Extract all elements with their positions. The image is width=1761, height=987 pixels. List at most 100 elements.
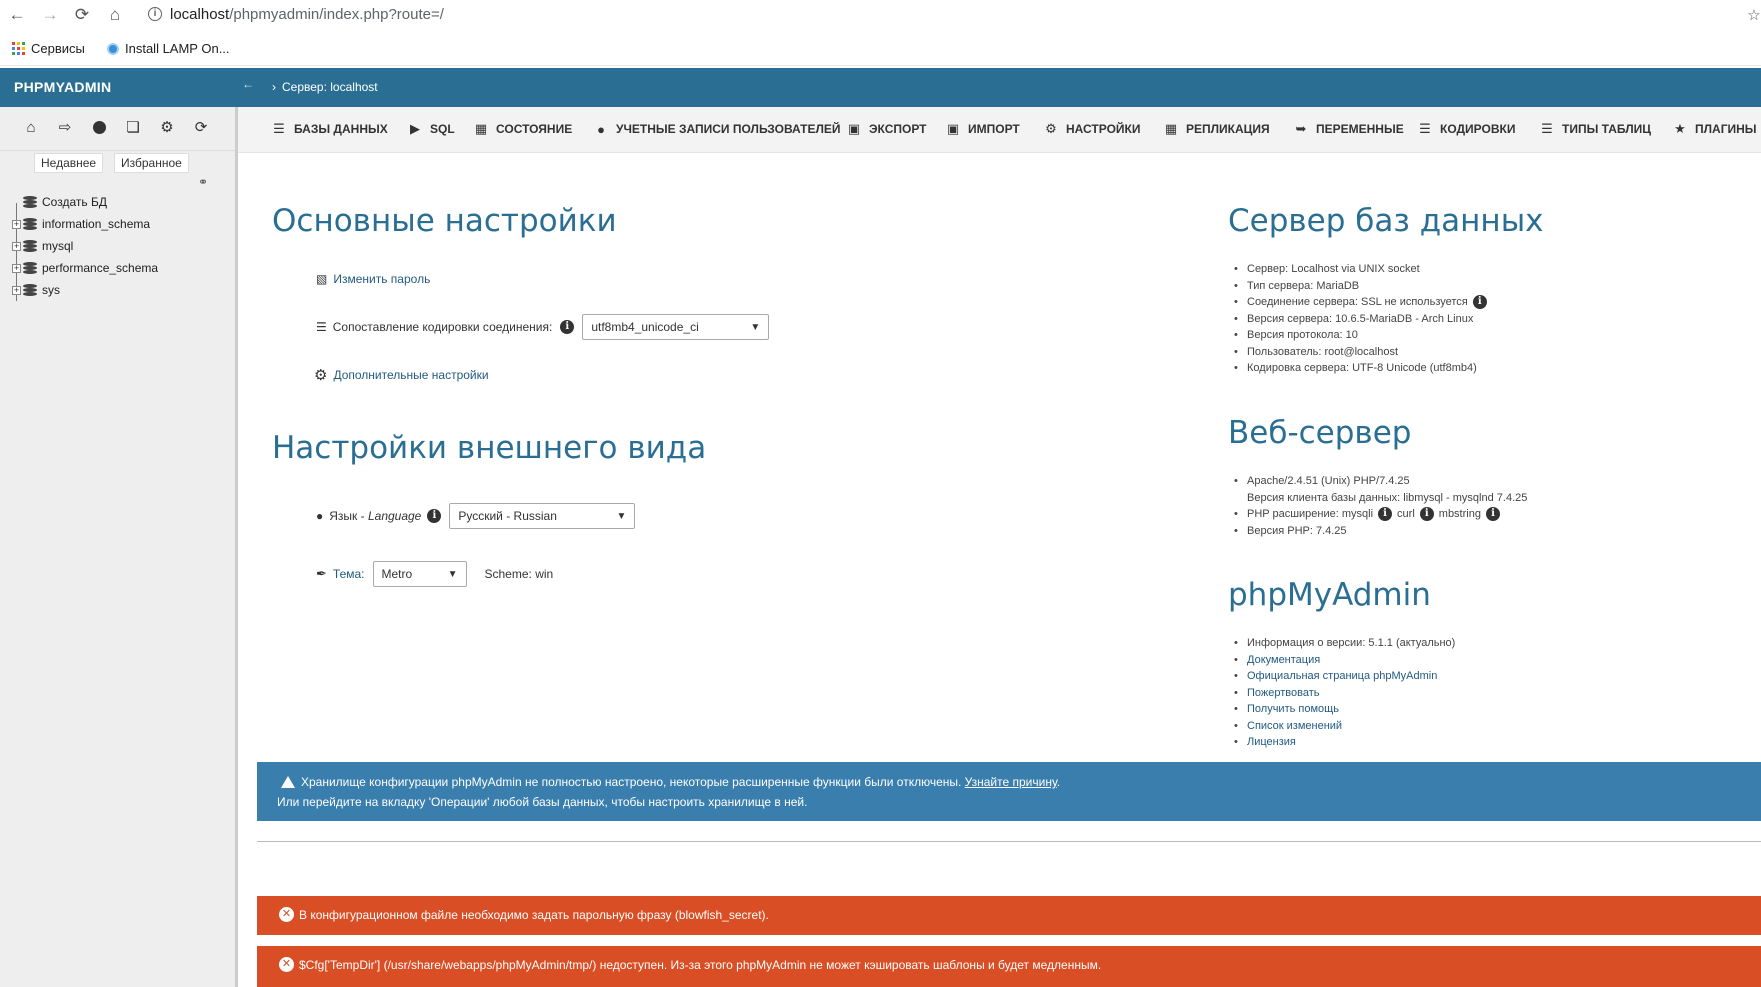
home-icon[interactable]: ⌂ [104, 4, 126, 26]
info-icon[interactable]: i [1378, 507, 1393, 522]
logout-icon[interactable]: ⇨ [56, 118, 74, 136]
tree-item-label: sys [42, 283, 60, 297]
appearance-settings-heading: Настройки внешнего вида [272, 430, 707, 466]
tab-charsets[interactable]: ☰ КОДИРОВКИ [1418, 121, 1515, 136]
copy-docs-icon[interactable]: ❏ [124, 118, 142, 136]
db-server-list: Сервер: Localhost via UNIX socket Тип се… [1228, 261, 1487, 377]
info-icon[interactable]: i [1472, 295, 1487, 310]
recent-tab[interactable]: Недавнее [34, 153, 104, 173]
url-field[interactable]: localhost/phpmyadmin/index.php?route=/ [170, 6, 444, 23]
info-icon[interactable]: i [1419, 507, 1434, 522]
list-item: Кодировка сервера: UTF-8 Unicode (utf8mb… [1228, 360, 1487, 377]
database-icon [23, 261, 37, 275]
gear-icon: ⚙ [314, 367, 328, 384]
list-item: Официальная страница phpMyAdmin [1228, 668, 1455, 685]
tab-replication[interactable]: ▦ РЕПЛИКАЦИЯ [1164, 121, 1270, 136]
list-item: Сервер: Localhost via UNIX socket [1228, 261, 1487, 278]
error-icon: ✕ [279, 907, 294, 922]
list-item: Тип сервера: MariaDB [1228, 278, 1487, 295]
tab-variables[interactable]: ➥ ПЕРЕМЕННЫЕ [1294, 121, 1404, 136]
collapse-sidebar-icon[interactable]: ← [242, 77, 254, 91]
docs-info-icon[interactable]: i [90, 118, 108, 136]
get-help-link[interactable]: Получить помощь [1247, 701, 1339, 718]
donate-link[interactable]: Пожертвовать [1247, 685, 1320, 702]
tab-export[interactable]: ▣ ЭКСПОРТ [847, 121, 927, 136]
changelog-link[interactable]: Список изменений [1247, 718, 1342, 735]
tab-status[interactable]: ▦ СОСТОЯНИЕ [474, 121, 572, 136]
collation-row: ☰ Сопоставление кодировки соединения: i … [316, 314, 770, 340]
browser-address-bar: ← → ⟳ ⌂ i localhost/phpmyadmin/index.php… [0, 0, 1761, 31]
tab-user-accounts[interactable]: ● УЧЕТНЫЕ ЗАПИСИ ПОЛЬЗОВАТЕЛЕЙ [594, 121, 840, 137]
reload-icon[interactable]: ⟳ [71, 4, 93, 26]
collation-label: Сопоставление кодировки соединения: [332, 320, 553, 334]
theme-link[interactable]: Тема: [333, 567, 365, 581]
expand-icon[interactable]: + [12, 263, 21, 273]
users-icon: ● [597, 121, 605, 137]
web-server-list: Apache/2.4.51 (Unix) PHP/7.4.25 Версия к… [1228, 473, 1527, 539]
more-settings-link[interactable]: Дополнительные настройки [333, 368, 488, 382]
config-notice-line2: Или перейдите на вкладку 'Операции' любо… [277, 795, 808, 809]
theme-row: ✒ Тема: Metro ▼ Scheme: win [316, 561, 553, 587]
info-icon[interactable]: i [427, 509, 442, 523]
home-icon[interactable]: ⌂ [22, 118, 40, 136]
tab-engines[interactable]: ☰ ТИПЫ ТАБЛИЦ [1540, 121, 1651, 136]
divider [257, 841, 1761, 842]
chevron-down-icon: ▼ [447, 568, 458, 580]
collation-icon: ☰ [316, 320, 327, 334]
reload-nav-icon[interactable]: ⟳ [192, 118, 210, 136]
homepage-link[interactable]: Официальная страница phpMyAdmin [1247, 668, 1437, 685]
theme-select[interactable]: Metro ▼ [372, 561, 467, 587]
info-icon[interactable]: i [560, 320, 575, 334]
apps-grid-icon [12, 42, 25, 55]
tree-item-label: mysql [42, 239, 74, 253]
site-info-icon[interactable]: i [148, 7, 162, 21]
tempdir-error: ✕ $Cfg['TempDir'] (/usr/share/webapps/ph… [257, 946, 1761, 987]
change-password-row: ▧ Изменить пароль [316, 272, 430, 286]
tree-item-sys[interactable]: + sys [12, 279, 158, 301]
expand-icon[interactable]: + [12, 285, 21, 295]
back-arrow-icon[interactable]: ← [6, 4, 28, 26]
tab-databases[interactable]: ☰ БАЗЫ ДАННЫХ [272, 121, 388, 136]
tree-item-label: performance_schema [42, 261, 159, 275]
list-item: Версия протокола: 10 [1228, 327, 1487, 344]
language-select[interactable]: Русский - Russian ▼ [449, 503, 636, 529]
expand-icon[interactable]: + [12, 241, 21, 251]
expand-icon[interactable]: + [12, 219, 21, 229]
tab-import[interactable]: ▣ ИМПОРТ [946, 121, 1020, 136]
favorites-tab[interactable]: Избранное [114, 153, 189, 173]
breadcrumb[interactable]: › Сервер: localhost [272, 80, 378, 94]
status-icon: ▦ [474, 121, 488, 136]
license-link[interactable]: Лицензия [1247, 734, 1296, 751]
learn-why-link[interactable]: Узнайте причину [965, 775, 1057, 789]
tree-item-mysql[interactable]: + mysql [12, 235, 158, 257]
tree-item-create-db[interactable]: Создать БД [12, 191, 158, 213]
bookmark-install-lamp[interactable]: Install LAMP On... [107, 41, 230, 56]
list-item: Информация о версии: 5.1.1 (актуально) [1228, 635, 1455, 652]
tree-item-information-schema[interactable]: + information_schema [12, 213, 158, 235]
list-item: Версия сервера: 10.6.5-MariaDB - Arch Li… [1228, 311, 1487, 328]
collation-select[interactable]: utf8mb4_unicode_ci ▼ [582, 314, 770, 340]
database-tree: Создать БД + information_schema + mysql … [12, 191, 158, 301]
change-password-link[interactable]: Изменить пароль [333, 272, 430, 286]
charset-icon: ☰ [1419, 121, 1431, 136]
pma-info-list: Информация о версии: 5.1.1 (актуально) Д… [1228, 635, 1455, 751]
nav-settings-icon[interactable]: ⚙ [158, 118, 176, 136]
language-row: ● Язык - Language i Русский - Russian ▼ [316, 503, 636, 529]
database-icon [23, 283, 37, 297]
server-top-menu: ☰ БАЗЫ ДАННЫХ ▶ SQL ▦ СОСТОЯНИЕ ● УЧЕТНЫЕ ЗА… [238, 107, 1761, 153]
bookmark-services[interactable]: Сервисы [12, 41, 85, 56]
star-icon[interactable]: ☆ [1743, 4, 1761, 26]
documentation-link[interactable]: Документация [1247, 652, 1320, 669]
pma-logo[interactable]: PHPMYADMIN [14, 79, 111, 95]
sidebar-toolbar: ⌂ ⇨ i ❏ ⚙ ⟳ [22, 118, 210, 137]
tab-plugins[interactable]: ★ ПЛАГИНЫ [1673, 121, 1756, 136]
link-with-main-icon[interactable]: ⚭ [198, 175, 208, 189]
feather-icon: ✒ [316, 566, 327, 581]
list-item: Соединение сервера: SSL не используетсяi [1228, 294, 1487, 311]
info-icon[interactable]: i [1485, 507, 1500, 522]
tab-sql[interactable]: ▶ SQL [408, 121, 455, 136]
tab-settings[interactable]: ⚙ НАСТРОЙКИ [1044, 121, 1140, 136]
lock-icon: ▧ [316, 272, 328, 286]
tree-item-performance-schema[interactable]: + performance_schema [12, 257, 158, 279]
forward-arrow-icon[interactable]: → [39, 4, 61, 26]
